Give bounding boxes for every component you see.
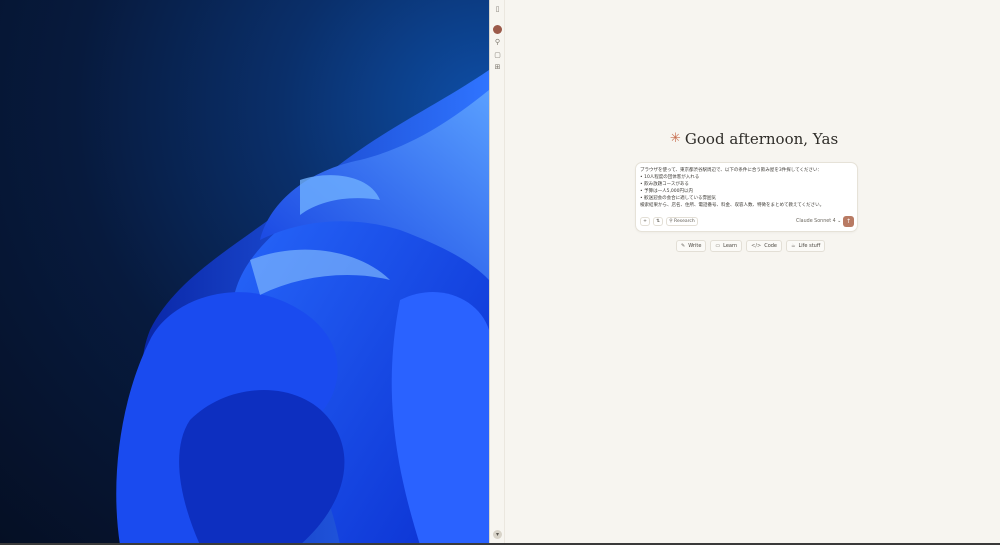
prompt-line: • 予算は一人5,000円以内: [640, 189, 693, 195]
prompt-line: ブラウザを使って、東京都渋谷駅周辺で、以下の条件に合う飲み屋を3件探してください…: [640, 168, 822, 173]
code-icon: </>: [751, 243, 762, 249]
prompt-line: • 10人程度の団体客が入れる: [640, 175, 700, 181]
research-button[interactable]: ⚲ Research: [666, 217, 698, 226]
prompt-input[interactable]: ブラウザを使って、東京都渋谷駅周辺で、以下の条件に合う飲み屋を3件探してください…: [640, 167, 854, 210]
chip-write[interactable]: ✎ Write: [676, 240, 707, 252]
tools-button[interactable]: ⇅: [653, 217, 663, 226]
bloom-wallpaper-graphic: [116, 70, 489, 545]
new-chat-icon[interactable]: [493, 25, 502, 34]
chip-life-stuff[interactable]: ☕ Life stuff: [786, 240, 826, 252]
prompt-line: • 飲み放題コースがある: [640, 182, 689, 188]
chevron-down-icon: ⌄: [837, 219, 842, 224]
claude-spark-icon: ✳: [670, 131, 681, 146]
user-avatar[interactable]: ▾: [493, 530, 502, 539]
prompt-line: 検索結果から、店名、住所、電話番号、料金、収容人数、特徴をまとめて教えてください…: [640, 203, 825, 209]
sidebar-toggle-icon[interactable]: ▯: [493, 5, 502, 14]
model-selector[interactable]: Claude Sonnet 4 ⌄: [796, 218, 841, 225]
projects-icon[interactable]: ⊞: [493, 63, 502, 72]
chip-learn[interactable]: ▭ Learn: [710, 240, 743, 252]
greeting-text: Good afternoon, Yas: [684, 130, 839, 148]
add-attachment-button[interactable]: +: [640, 217, 650, 226]
research-label: Research: [674, 219, 695, 224]
book-icon: ▭: [715, 243, 721, 249]
prompt-line: • 歓送迎会の会合に適している雰囲気: [640, 196, 716, 202]
pencil-icon: ✎: [681, 243, 686, 249]
suggestion-chips: ✎ Write ▭ Learn </> Code ☕ Life stuff: [676, 240, 826, 252]
chip-code[interactable]: </> Code: [746, 240, 783, 252]
chip-label: Code: [764, 243, 778, 249]
chip-label: Life stuff: [798, 243, 821, 249]
prompt-composer[interactable]: ブラウザを使って、東京都渋谷駅周辺で、以下の条件に合う飲み屋を3件探してください…: [635, 162, 858, 232]
send-button[interactable]: ↑: [843, 216, 854, 227]
coffee-icon: ☕: [791, 243, 796, 249]
greeting: ✳ Good afternoon, Yas: [670, 130, 970, 148]
chip-label: Write: [688, 243, 702, 249]
claude-app-window: ▯ ⚲ ▢ ⊞ ▾ ✳ Good afternoon, Yas ブラウザを使って…: [489, 0, 1000, 545]
model-label: Claude Sonnet 4: [796, 219, 836, 224]
chats-icon[interactable]: ▢: [493, 51, 502, 60]
desktop-wallpaper: [0, 0, 489, 545]
chip-label: Learn: [723, 243, 738, 249]
search-icon[interactable]: ⚲: [493, 38, 502, 47]
sidebar-rail: ▯ ⚲ ▢ ⊞ ▾: [490, 0, 505, 545]
